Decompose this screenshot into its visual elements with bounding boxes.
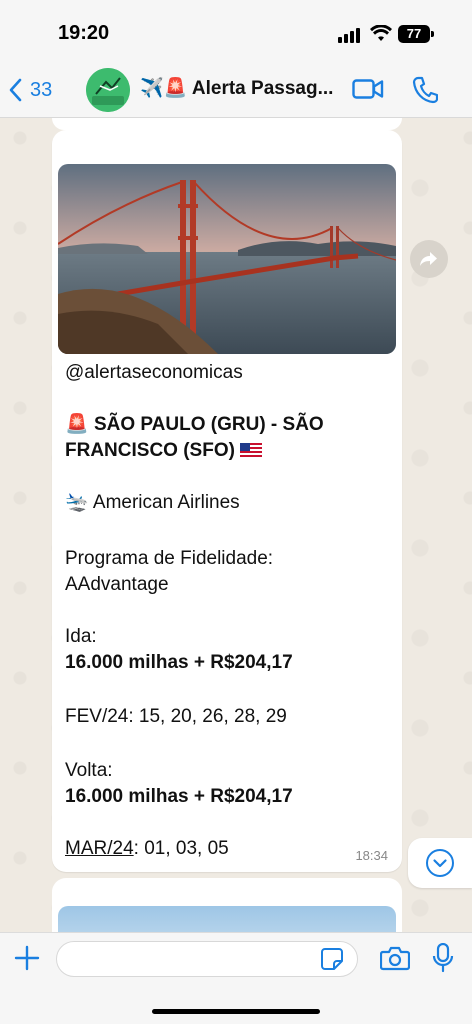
chat-area[interactable]: @alertaseconomicas 🚨 SÃO PAULO (GRU) - S… xyxy=(0,118,472,932)
airline-name: American Airlines xyxy=(92,492,240,513)
home-indicator xyxy=(152,1009,320,1014)
wifi-icon xyxy=(370,25,392,41)
battery-level: 77 xyxy=(406,26,422,41)
chevron-left-icon xyxy=(9,78,22,102)
message-image-golden-gate[interactable] xyxy=(58,164,396,354)
back-button[interactable]: 33 xyxy=(8,74,52,106)
forward-button[interactable] xyxy=(410,240,448,278)
chevron-down-circle-icon xyxy=(426,849,454,877)
sticker-icon[interactable] xyxy=(320,947,344,971)
previous-message-bubble[interactable] xyxy=(52,118,402,130)
route-line-2: FRANCISCO (SFO) xyxy=(65,440,235,461)
golden-gate-illustration xyxy=(58,164,396,354)
loyalty-label: Programa de Fidelidade: xyxy=(65,548,274,569)
return-price: 16.000 milhas + R$204,17 xyxy=(65,786,293,807)
channel-handle[interactable]: @alertaseconomicas xyxy=(65,360,243,386)
airline-line: 🛬 American Airlines xyxy=(65,490,240,516)
avatar[interactable] xyxy=(86,68,130,112)
alert-emoji: 🚨 xyxy=(65,414,89,435)
group-logo xyxy=(86,68,130,112)
return-days: : 01, 03, 05 xyxy=(133,838,229,859)
return-dates: MAR/24: 01, 03, 05 xyxy=(65,836,229,862)
airplane-arrival-icon: 🛬 xyxy=(65,492,89,513)
battery-indicator: 77 xyxy=(398,25,434,43)
status-bar: 19:20 77 xyxy=(0,0,472,62)
status-time: 19:20 xyxy=(58,22,110,44)
message-timestamp: 18:34 xyxy=(355,848,388,863)
camera-icon[interactable] xyxy=(380,945,410,971)
outbound-price: 16.000 milhas + R$204,17 xyxy=(65,652,293,673)
scroll-to-bottom-button[interactable] xyxy=(408,838,472,888)
unread-count: 33 xyxy=(30,78,53,101)
next-message-bubble[interactable] xyxy=(52,878,402,932)
message-bubble[interactable]: @alertaseconomicas 🚨 SÃO PAULO (GRU) - S… xyxy=(52,130,402,872)
chat-header: 33 ✈️🚨 Alerta Passag... xyxy=(0,62,472,118)
forward-icon xyxy=(420,252,437,266)
return-month-link[interactable]: MAR/24 xyxy=(65,838,134,859)
next-message-image[interactable] xyxy=(58,906,396,932)
return-label: Volta: xyxy=(65,760,113,781)
route-title: 🚨 SÃO PAULO (GRU) - SÃO FRANCISCO (SFO) xyxy=(65,412,375,464)
cellular-signal-icon xyxy=(338,28,360,43)
microphone-icon[interactable] xyxy=(432,943,454,973)
video-call-icon[interactable] xyxy=(352,78,384,100)
chat-title[interactable]: ✈️🚨 Alerta Passag... xyxy=(140,76,350,100)
plus-icon[interactable] xyxy=(14,945,40,971)
outbound-label: Ida: xyxy=(65,626,97,647)
phone-icon[interactable] xyxy=(412,76,438,104)
input-bar xyxy=(0,932,472,1024)
loyalty-program: AAdvantage xyxy=(65,574,169,595)
message-input[interactable] xyxy=(56,941,358,977)
outbound-dates: FEV/24: 15, 20, 26, 28, 29 xyxy=(65,706,287,727)
route-line-1: SÃO PAULO (GRU) - SÃO xyxy=(93,414,324,435)
us-flag-icon xyxy=(240,443,263,459)
